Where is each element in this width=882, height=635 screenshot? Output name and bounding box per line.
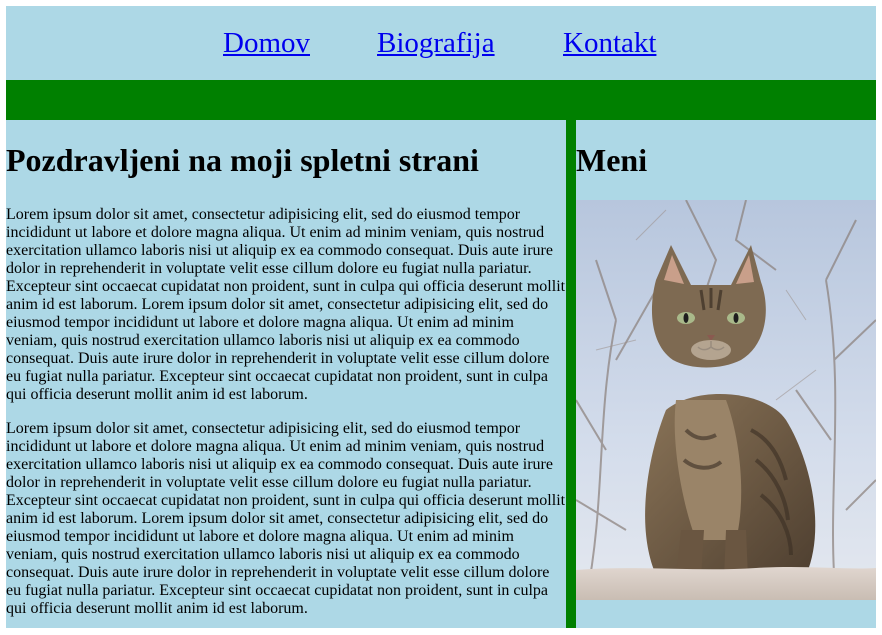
content-paragraph: Lorem ipsum dolor sit amet, consectetur …: [6, 420, 566, 617]
cat-photo: [576, 200, 876, 600]
page-title: Pozdravljeni na moji spletni strani: [6, 142, 479, 178]
sidebar-title: Meni: [576, 142, 648, 178]
sidebar: Meni: [576, 120, 876, 628]
column-divider: [566, 120, 576, 628]
content-paragraph: Lorem ipsum dolor sit amet, consectetur …: [6, 206, 566, 403]
nav-link-biografija[interactable]: Biografija: [377, 25, 495, 61]
main-content: Pozdravljeni na moji spletni strani Lore…: [6, 120, 566, 628]
nav-link-kontakt[interactable]: Kontakt: [563, 25, 656, 61]
nav-link-domov[interactable]: Domov: [223, 25, 310, 61]
page-container: Domov Biografija Kontakt Pozdravljeni na…: [6, 6, 876, 628]
top-navigation: Domov Biografija Kontakt: [6, 6, 876, 80]
header-banner-bar: [6, 80, 876, 120]
